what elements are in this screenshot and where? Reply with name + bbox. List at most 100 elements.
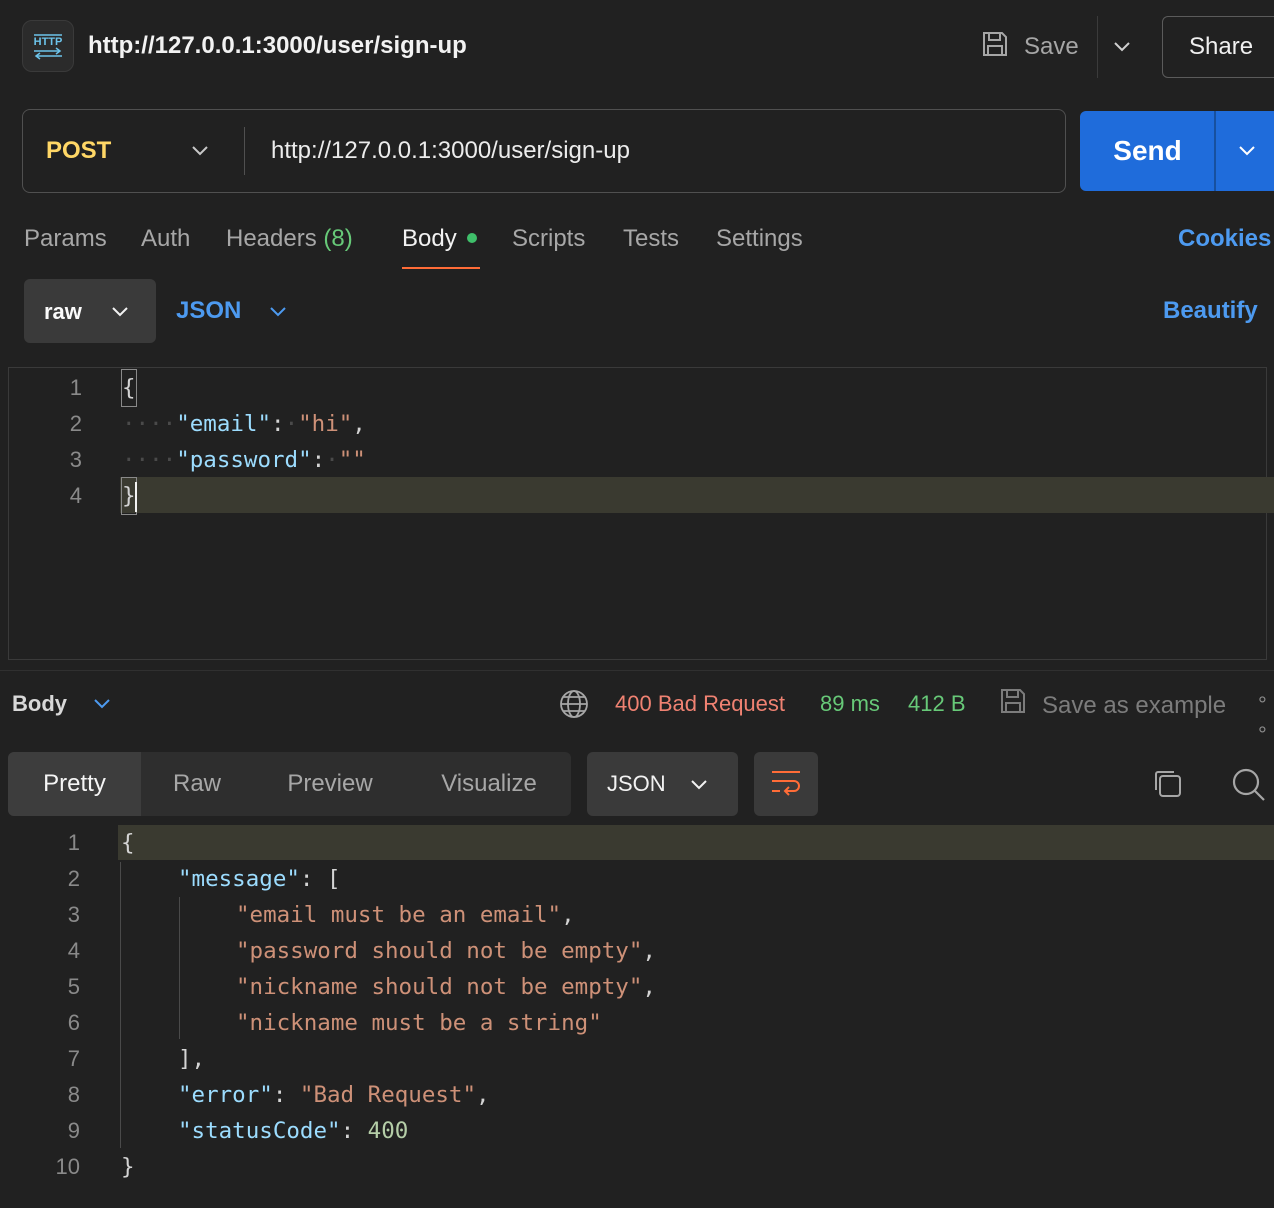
line-number: 3 <box>67 902 80 927</box>
view-tab-preview[interactable]: Preview <box>253 752 407 816</box>
line-number: 9 <box>67 1118 80 1143</box>
wrap-lines-icon <box>770 767 802 802</box>
view-tab-pretty[interactable]: Pretty <box>8 752 141 816</box>
save-icon <box>980 29 1010 66</box>
tab-body[interactable]: Body <box>402 222 477 256</box>
line-number: 10 <box>55 1154 80 1179</box>
tab-headers-label: Headers <box>226 225 317 252</box>
http-icon: HTTP <box>22 20 74 72</box>
text-cursor <box>134 481 138 512</box>
response-section-chevron-down-icon[interactable] <box>88 688 116 720</box>
line-number: 5 <box>67 974 80 999</box>
wrap-lines-button[interactable] <box>754 752 818 816</box>
share-button[interactable]: Share <box>1162 16 1274 78</box>
url-divider <box>244 127 245 175</box>
save-icon <box>998 686 1028 725</box>
save-button[interactable]: Save <box>980 20 1079 74</box>
code-line: } <box>121 1149 135 1185</box>
save-label: Save <box>1024 33 1079 60</box>
header-divider <box>1097 16 1098 78</box>
json-key: "password" <box>176 447 312 473</box>
view-tab-visualize[interactable]: Visualize <box>407 752 571 816</box>
code-line: "message": [ <box>178 866 341 892</box>
save-options-chevron-down-icon[interactable] <box>1108 30 1136 64</box>
pane-divider[interactable] <box>0 670 1274 671</box>
tab-headers[interactable]: Headers (8) <box>226 222 353 256</box>
send-button[interactable]: Send <box>1080 111 1215 191</box>
json-string: "nickname should not be empty" <box>236 974 643 1000</box>
tab-scripts[interactable]: Scripts <box>512 222 585 256</box>
method-select[interactable]: POST <box>46 134 111 168</box>
response-format-label: JSON <box>607 771 666 796</box>
body-mode-chevron-down-icon[interactable] <box>106 296 134 328</box>
json-key: "error" <box>178 1082 273 1108</box>
tab-auth[interactable]: Auth <box>141 222 190 256</box>
code-line: "error": "Bad Request", <box>178 1082 490 1108</box>
url-input[interactable] <box>262 129 1052 173</box>
line-number: 1 <box>69 375 82 400</box>
method-chevron-down-icon[interactable] <box>186 136 214 166</box>
code-line: ], <box>178 1041 205 1077</box>
json-brace: } <box>121 1154 135 1180</box>
copy-icon[interactable] <box>1150 766 1186 802</box>
send-options-chevron-down-icon[interactable] <box>1230 135 1264 167</box>
cookies-link[interactable]: Cookies <box>1178 222 1271 256</box>
response-time[interactable]: 89 ms <box>820 689 880 719</box>
body-language-chevron-down-icon[interactable] <box>264 296 292 328</box>
json-key: "email" <box>176 411 272 437</box>
json-key: "statusCode" <box>178 1118 341 1144</box>
line-number: 4 <box>67 938 80 963</box>
save-as-example-button[interactable]: Save as example <box>998 686 1226 725</box>
globe-icon[interactable] <box>558 688 590 720</box>
tab-tests[interactable]: Tests <box>623 222 679 256</box>
json-key: "message" <box>178 866 300 892</box>
json-bracket: ], <box>178 1046 206 1072</box>
indent-guide <box>120 862 121 1148</box>
code-line: "nickname should not be empty", <box>236 974 656 1000</box>
view-tab-raw[interactable]: Raw <box>141 752 253 816</box>
request-title[interactable]: http://127.0.0.1:3000/user/sign-up <box>88 30 467 62</box>
headers-count-badge: (8) <box>323 225 353 252</box>
code-line: { <box>121 825 135 861</box>
line-number: 3 <box>69 447 82 472</box>
active-line-highlight <box>118 825 1274 860</box>
code-line: "nickname must be a string" <box>236 1005 602 1041</box>
line-number: 6 <box>67 1010 80 1035</box>
json-string: "Bad Request" <box>299 1082 477 1108</box>
code-line: } <box>121 477 138 515</box>
code-line: "statusCode": 400 <box>178 1118 409 1144</box>
json-string: "password should not be empty" <box>236 938 643 964</box>
line-number: 1 <box>67 830 80 855</box>
body-mode-label[interactable]: raw <box>44 297 82 327</box>
code-line: ····"password":·"" <box>122 447 366 473</box>
beautify-link[interactable]: Beautify <box>1163 295 1258 327</box>
tab-body-label: Body <box>402 225 457 252</box>
tab-settings[interactable]: Settings <box>716 222 803 256</box>
json-bracket: [ <box>327 866 341 892</box>
line-number: 2 <box>67 866 80 891</box>
response-format-select[interactable]: JSON <box>587 752 738 816</box>
json-string: "nickname must be a string" <box>236 1010 602 1036</box>
chevron-down-icon <box>690 771 708 797</box>
json-string: "" <box>338 447 366 473</box>
indent-guide <box>179 897 180 1039</box>
body-indicator-dot <box>466 232 477 243</box>
search-icon[interactable] <box>1228 764 1268 804</box>
json-brace: { <box>121 369 137 407</box>
json-brace: } <box>121 477 137 515</box>
response-section-label[interactable]: Body <box>12 689 67 719</box>
status-badge[interactable]: 400 Bad Request <box>615 689 785 719</box>
line-number: 8 <box>67 1082 80 1107</box>
line-number: 7 <box>67 1046 80 1071</box>
svg-text:HTTP: HTTP <box>34 36 63 48</box>
more-options-icon[interactable]: °° <box>1258 690 1274 750</box>
save-as-example-label: Save as example <box>1042 691 1227 719</box>
tab-params[interactable]: Params <box>24 222 107 256</box>
json-brace: { <box>121 830 135 856</box>
response-size[interactable]: 412 B <box>908 689 966 719</box>
code-line: "password should not be empty", <box>236 938 656 964</box>
line-number: 4 <box>69 483 82 508</box>
body-language-select[interactable]: JSON <box>176 295 241 327</box>
code-line: "email must be an email", <box>236 902 575 928</box>
code-line: ····"email":·"hi", <box>122 411 366 437</box>
